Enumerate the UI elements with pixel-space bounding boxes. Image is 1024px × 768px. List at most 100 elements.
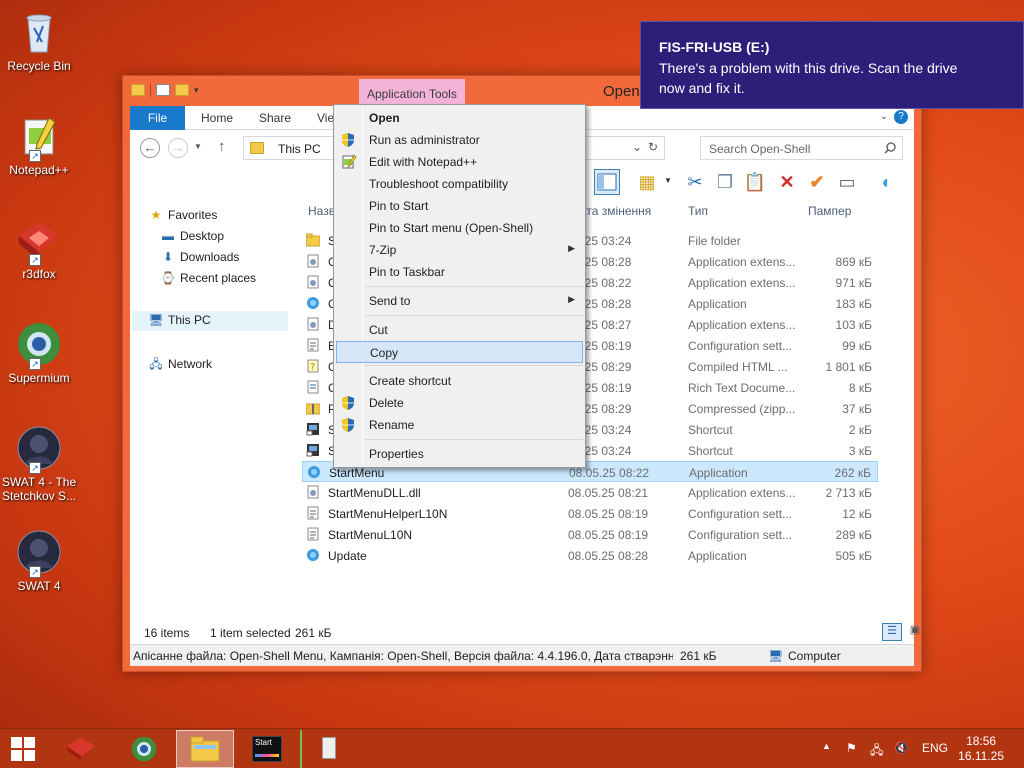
lnk-file-icon <box>306 443 320 457</box>
details-location: Computer <box>788 649 841 663</box>
tab-view[interactable]: Vie <box>317 106 334 130</box>
forward-button[interactable]: → <box>168 138 188 158</box>
taskbar-supermium[interactable] <box>116 730 174 768</box>
taskbar-app[interactable] <box>300 730 358 768</box>
address-dropdown-icon[interactable]: ⌄ <box>632 140 642 154</box>
clock[interactable]: 18:56 16.11.25 <box>958 734 1004 764</box>
lnk-file-icon <box>306 422 320 436</box>
tab-application-tools[interactable]: Application Tools <box>359 79 465 106</box>
file-size: 37 кБ <box>842 402 872 416</box>
tab-home[interactable]: Home <box>201 106 233 130</box>
column-header-name[interactable]: Назв <box>308 204 335 218</box>
app-file-icon <box>307 465 321 479</box>
start-button[interactable] <box>0 730 48 768</box>
r3dfox-icon: ↗ <box>15 216 63 266</box>
paste-icon[interactable]: 📋 <box>742 169 768 195</box>
rename-icon[interactable]: ▭ <box>834 169 860 195</box>
svg-text:?: ? <box>310 362 315 373</box>
large-icons-view-button[interactable]: ▣ <box>906 623 924 641</box>
nav-this-pc[interactable]: 🖥 This PC <box>132 311 288 331</box>
open-shell-icon[interactable]: ◐ <box>874 169 900 195</box>
details-bar: Апісанне файла: Open-Shell Menu, Кампані… <box>130 644 914 666</box>
nav-downloads[interactable]: ⬇ Downloads <box>160 250 239 264</box>
search-icon[interactable] <box>884 142 896 154</box>
help-icon[interactable]: ? <box>894 110 908 124</box>
menu-item-cut[interactable]: Cut <box>336 319 583 341</box>
network-tray-icon[interactable]: 🖧 <box>870 741 883 762</box>
ribbon-expand-icon[interactable]: ⌄ <box>880 111 888 122</box>
tab-file[interactable]: File <box>130 106 185 130</box>
column-header-type[interactable]: Тип <box>688 204 708 218</box>
column-header-date[interactable]: ата змінення <box>580 204 651 218</box>
volume-muted-icon[interactable]: 🔇 <box>894 741 909 755</box>
properties-icon[interactable] <box>156 84 170 96</box>
menu-item-pin-to-start[interactable]: Pin to Start <box>336 195 583 217</box>
nav-favorites[interactable]: ★ Favorites <box>148 208 218 222</box>
view-pane-button[interactable] <box>594 169 620 195</box>
file-name: Update <box>328 549 367 563</box>
file-row[interactable]: StartMenuHelperL10N 08.05.25 08:19 Configu… <box>302 503 878 524</box>
breadcrumb-this-pc[interactable]: This PC <box>278 142 321 156</box>
delete-icon[interactable]: ✕ <box>774 169 800 195</box>
file-type: Application extens... <box>688 255 796 269</box>
menu-item-copy[interactable]: Copy <box>336 341 583 363</box>
file-row[interactable]: Update 08.05.25 08:28 Application 505 кБ <box>302 545 878 566</box>
search-input[interactable]: Search Open-Shell <box>700 136 903 160</box>
desktop-icon-recycle-bin[interactable]: Recycle Bin <box>0 8 78 73</box>
desktop-icon-supermium[interactable]: ↗ Supermium <box>0 320 78 385</box>
menu-item-send-to[interactable]: Send to ▶ <box>336 290 583 312</box>
column-header-size[interactable]: Пампер <box>808 204 851 218</box>
menu-item-pin-to-start-menu-open-shell[interactable]: Pin to Start menu (Open-Shell) <box>336 217 583 239</box>
up-button[interactable]: ↑ <box>218 138 226 155</box>
customize-qat-icon[interactable]: ▾ <box>194 85 199 96</box>
start-tile-icon: Start <box>252 736 282 762</box>
menu-item-troubleshoot-compatibility[interactable]: Troubleshoot compatibility <box>336 173 583 195</box>
taskbar-file-explorer[interactable] <box>176 730 234 768</box>
shortcut-arrow-icon: ↗ <box>29 358 41 370</box>
menu-item-run-as-administrator[interactable]: Run as administrator <box>336 129 583 151</box>
copy-icon[interactable]: ❐ <box>712 169 738 195</box>
recent-locations-icon[interactable]: ▼ <box>194 142 202 151</box>
file-row[interactable]: StartMenuDLL.dll 08.05.25 08:21 Applicatio… <box>302 482 878 503</box>
menu-item-edit-with-notepad[interactable]: Edit with Notepad++ <box>336 151 583 173</box>
quick-access-toolbar: ▾ <box>131 83 199 97</box>
search-placeholder: Search Open-Shell <box>709 142 811 156</box>
taskbar-r3dfox[interactable] <box>52 730 110 768</box>
menu-item-label: Delete <box>369 396 404 410</box>
menu-item-create-shortcut[interactable]: Create shortcut <box>336 370 583 392</box>
desktop-icon-swat4[interactable]: ↗ SWAT 4 <box>0 528 78 593</box>
language-indicator[interactable]: ENG <box>922 741 948 755</box>
notification-body: There's a problem with this drive. Scan … <box>659 60 958 96</box>
menu-item-rename[interactable]: Rename <box>336 414 583 436</box>
show-hidden-icons[interactable]: ▲ <box>822 741 831 751</box>
menu-item-properties[interactable]: Properties <box>336 443 583 465</box>
nav-desktop[interactable]: ▬ Desktop <box>160 229 224 243</box>
desktop-icon-r3dfox[interactable]: ↗ r3dfox <box>0 216 78 281</box>
action-center-flag-icon[interactable]: ⚑ <box>846 741 857 755</box>
menu-item-open[interactable]: Open <box>336 107 583 129</box>
new-folder-icon[interactable] <box>175 84 189 96</box>
refresh-icon[interactable]: ↻ <box>648 140 658 154</box>
folder-options-icon[interactable]: ▦ <box>634 169 660 195</box>
toolbar-dropdown-icon[interactable]: ▼ <box>664 176 672 185</box>
drive-notification[interactable]: FIS-FRI-USB (E:) There's a problem with … <box>640 21 1024 109</box>
checkmark-icon[interactable]: ✔ <box>804 169 830 195</box>
menu-item-7-zip[interactable]: 7-Zip ▶ <box>336 239 583 261</box>
desktop-icon-notepad[interactable]: ↗ Notepad++ <box>0 112 78 177</box>
tab-share[interactable]: Share <box>259 106 291 130</box>
file-type: Application extens... <box>688 318 796 332</box>
details-view-button[interactable]: ☰ <box>882 623 902 641</box>
desktop-icon-swat4-stetchkov[interactable]: ↗ SWAT 4 - The Stetchkov S... <box>0 424 78 503</box>
file-type: Configuration sett... <box>688 528 793 542</box>
menu-item-pin-to-taskbar[interactable]: Pin to Taskbar <box>336 261 583 283</box>
file-row[interactable]: StartMenuL10N 08.05.25 08:19 Configuration… <box>302 524 878 545</box>
back-button[interactable]: ← <box>140 138 160 158</box>
folder-icon <box>131 84 145 96</box>
menu-item-label: Properties <box>369 447 424 461</box>
cut-icon[interactable]: ✂ <box>682 169 708 195</box>
nav-recent-places[interactable]: ⌚ Recent places <box>160 271 257 285</box>
dll-file-icon <box>306 254 320 268</box>
taskbar-start-tile[interactable]: Start <box>238 730 296 768</box>
menu-item-delete[interactable]: Delete <box>336 392 583 414</box>
nav-network[interactable]: 🖧 Network <box>148 355 212 376</box>
